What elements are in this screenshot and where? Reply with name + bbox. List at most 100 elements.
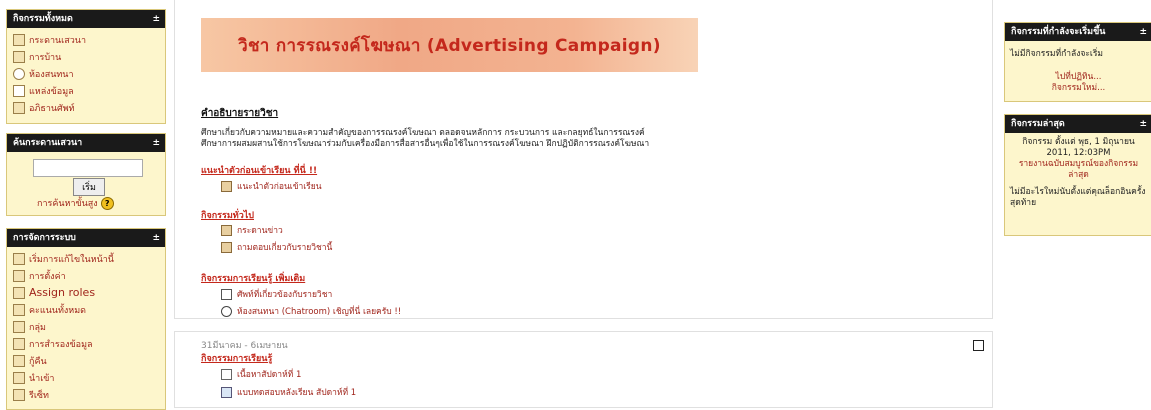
forum-search-button[interactable]: เริ่ม <box>73 178 105 196</box>
admin-item-label: การสำรองข้อมูล <box>29 339 93 350</box>
administration-block: การจัดการระบบ ± เริ่มการแก้ไขในหน้านี้กา… <box>6 228 166 410</box>
admin-item[interactable]: คะแนนทั้งหมด <box>13 301 159 318</box>
activities-item-label: อภิธานศัพท์ <box>29 103 75 114</box>
collapse-toggle-icon[interactable]: ± <box>1139 115 1147 133</box>
course-description-line: ศึกษาการผสมผสานใช้การโฆษณาร่วมกับเครื่อง… <box>201 139 650 149</box>
chat-icon <box>13 67 25 80</box>
admin-item[interactable]: เริ่มการแก้ไขในหน้านี้ <box>13 250 159 267</box>
activity-link[interactable]: แนะนำตัวก่อนเข้าเรียน <box>221 179 322 193</box>
admin-item-label: กู้คืน <box>29 356 47 367</box>
admin-item-label: นำเข้า <box>29 373 55 384</box>
activities-block-header[interactable]: กิจกรรมทั้งหมด ± <box>7 10 165 28</box>
edit-icon <box>13 252 25 265</box>
activities-item-label: กระดานเสวนา <box>29 35 86 46</box>
admin-item-label: รีเซ็ท <box>29 390 49 401</box>
admin-item-label: คะแนนทั้งหมด <box>29 305 86 316</box>
activities-item-label: การบ้าน <box>29 52 62 63</box>
activity-label: ถามตอบเกี่ยวกับรายวิชานี้ <box>237 243 333 253</box>
import-icon <box>13 371 25 384</box>
recent-activity-header[interactable]: กิจกรรมล่าสุด ± <box>1005 115 1151 133</box>
chat-icon <box>221 305 232 317</box>
course-summary-section: วิชา การรณรงค์โฆษณา (Advertising Campaig… <box>174 0 993 319</box>
go-to-calendar-link[interactable]: ไปที่ปฏิทิน... <box>1056 72 1102 82</box>
quiz-icon <box>221 386 232 398</box>
activities-item[interactable]: อภิธานศัพท์ <box>13 99 159 116</box>
grades-icon <box>13 303 25 316</box>
upcoming-events-block: กิจกรรมที่กำลังจะเริ่มขึ้น ± ไม่มีกิจกรร… <box>1004 22 1151 102</box>
forum-search-title: ค้นกระดานเสวนา <box>13 138 83 148</box>
recent-activity-since: กิจกรรม ตั้งแต่ พุธ, 1 มิถุนายน 2011, 12… <box>1022 137 1135 158</box>
course-description-title: คำอธิบายรายวิชา <box>201 108 279 119</box>
forum-icon <box>13 33 25 46</box>
content-icon <box>221 368 232 380</box>
forum-icon <box>221 180 232 192</box>
course-description-line: ศึกษาเกี่ยวกับความหมายและความสำคัญของการ… <box>201 128 645 138</box>
forum-search-header[interactable]: ค้นกระดานเสวนา ± <box>7 134 165 152</box>
section-heading[interactable]: กิจกรรมการเรียนรู้ เพิ่มเติม <box>201 271 305 285</box>
admin-item[interactable]: Assign roles <box>13 284 159 301</box>
collapse-toggle-icon[interactable]: ± <box>152 134 160 152</box>
collapse-toggle-icon[interactable]: ± <box>152 10 160 28</box>
upcoming-events-title: กิจกรรมที่กำลังจะเริ่มขึ้น <box>1011 27 1106 37</box>
activity-link[interactable]: เนื้อหาสัปดาห์ที่ 1 <box>221 367 301 381</box>
admin-item[interactable]: การสำรองข้อมูล <box>13 335 159 352</box>
admin-item-label: เริ่มการแก้ไขในหน้านี้ <box>29 254 114 265</box>
reset-icon <box>13 388 25 401</box>
activities-item[interactable]: กระดานเสวนา <box>13 31 159 48</box>
admin-item[interactable]: กู้คืน <box>13 352 159 369</box>
week-toggle-checkbox[interactable] <box>973 340 984 351</box>
activity-label: แบบทดสอบหลังเรียน สัปดาห์ที่ 1 <box>237 388 357 398</box>
admin-item[interactable]: กลุ่ม <box>13 318 159 335</box>
activity-label: ห้องสนทนา (Chatroom) เชิญที่นี่ เลยครับ … <box>237 307 402 317</box>
week-section: 31มีนาคม - 6เมษายน กิจกรรมการเรียนรู้ เน… <box>174 331 993 408</box>
admin-item[interactable]: นำเข้า <box>13 369 159 386</box>
activity-label: กระดานข่าว <box>237 226 283 236</box>
course-banner: วิชา การรณรงค์โฆษณา (Advertising Campaig… <box>201 18 698 72</box>
activities-item[interactable]: การบ้าน <box>13 48 159 65</box>
activity-link[interactable]: แบบทดสอบหลังเรียน สัปดาห์ที่ 1 <box>221 385 356 399</box>
roles-icon <box>13 286 25 299</box>
full-report-link[interactable]: รายงานฉบับสมบูรณ์ของกิจกรรมล่าสุด <box>1019 159 1138 180</box>
section-heading[interactable]: แนะนำตัวก่อนเข้าเรียน ที่นี่ !! <box>201 163 317 177</box>
activities-item[interactable]: แหล่งข้อมูล <box>13 82 159 99</box>
glossary-icon <box>221 288 232 300</box>
administration-block-header[interactable]: การจัดการระบบ ± <box>7 229 165 247</box>
help-icon[interactable]: ? <box>100 196 114 210</box>
activity-label: ศัพท์ที่เกี่ยวข้องกับรายวิชา <box>237 290 333 300</box>
activity-label: เนื้อหาสัปดาห์ที่ 1 <box>237 370 302 380</box>
no-upcoming-text: ไม่มีกิจกรรมที่กำลังจะเริ่ม <box>1010 49 1103 59</box>
recent-activity-title: กิจกรรมล่าสุด <box>1011 119 1065 129</box>
collapse-toggle-icon[interactable]: ± <box>1139 23 1147 41</box>
activities-item-label: แหล่งข้อมูล <box>29 86 74 97</box>
week-date-range: 31มีนาคม - 6เมษายน <box>201 341 288 351</box>
forum-search-block: ค้นกระดานเสวนา ± เริ่ม การค้นหาขั้นสูง ? <box>6 133 166 216</box>
activities-block: กิจกรรมทั้งหมด ± กระดานเสวนาการบ้านห้องส… <box>6 9 166 124</box>
admin-item-label: กลุ่ม <box>29 322 46 333</box>
restore-icon <box>13 354 25 367</box>
admin-item-label: การตั้งค่า <box>29 271 66 282</box>
section-heading[interactable]: กิจกรรมทั่วไป <box>201 208 254 222</box>
activities-item-label: ห้องสนทนา <box>29 69 74 80</box>
admin-item[interactable]: รีเซ็ท <box>13 386 159 403</box>
collapse-toggle-icon[interactable]: ± <box>152 229 160 247</box>
advanced-search-link[interactable]: การค้นหาขั้นสูง <box>37 196 98 210</box>
settings-icon <box>13 269 25 282</box>
new-event-link[interactable]: กิจกรรมใหม่... <box>1052 83 1105 93</box>
administration-block-title: การจัดการระบบ <box>13 233 76 243</box>
admin-item[interactable]: การตั้งค่า <box>13 267 159 284</box>
groups-icon <box>13 320 25 333</box>
forum-search-input[interactable] <box>33 159 143 177</box>
activities-block-title: กิจกรรมทั้งหมด <box>13 14 73 24</box>
activity-link[interactable]: ศัพท์ที่เกี่ยวข้องกับรายวิชา <box>221 287 332 301</box>
activity-link[interactable]: ห้องสนทนา (Chatroom) เชิญที่นี่ เลยครับ … <box>221 304 401 318</box>
upcoming-events-header[interactable]: กิจกรรมที่กำลังจะเริ่มขึ้น ± <box>1005 23 1151 41</box>
activity-label: แนะนำตัวก่อนเข้าเรียน <box>237 182 322 192</box>
section-heading[interactable]: กิจกรรมการเรียนรู้ <box>201 351 272 365</box>
activity-link[interactable]: กระดานข่าว <box>221 223 283 237</box>
glossary-icon <box>13 101 25 114</box>
resource-icon <box>13 84 25 97</box>
activity-link[interactable]: ถามตอบเกี่ยวกับรายวิชานี้ <box>221 240 332 254</box>
forum-icon <box>221 224 232 236</box>
backup-icon <box>13 337 25 350</box>
activities-item[interactable]: ห้องสนทนา <box>13 65 159 82</box>
